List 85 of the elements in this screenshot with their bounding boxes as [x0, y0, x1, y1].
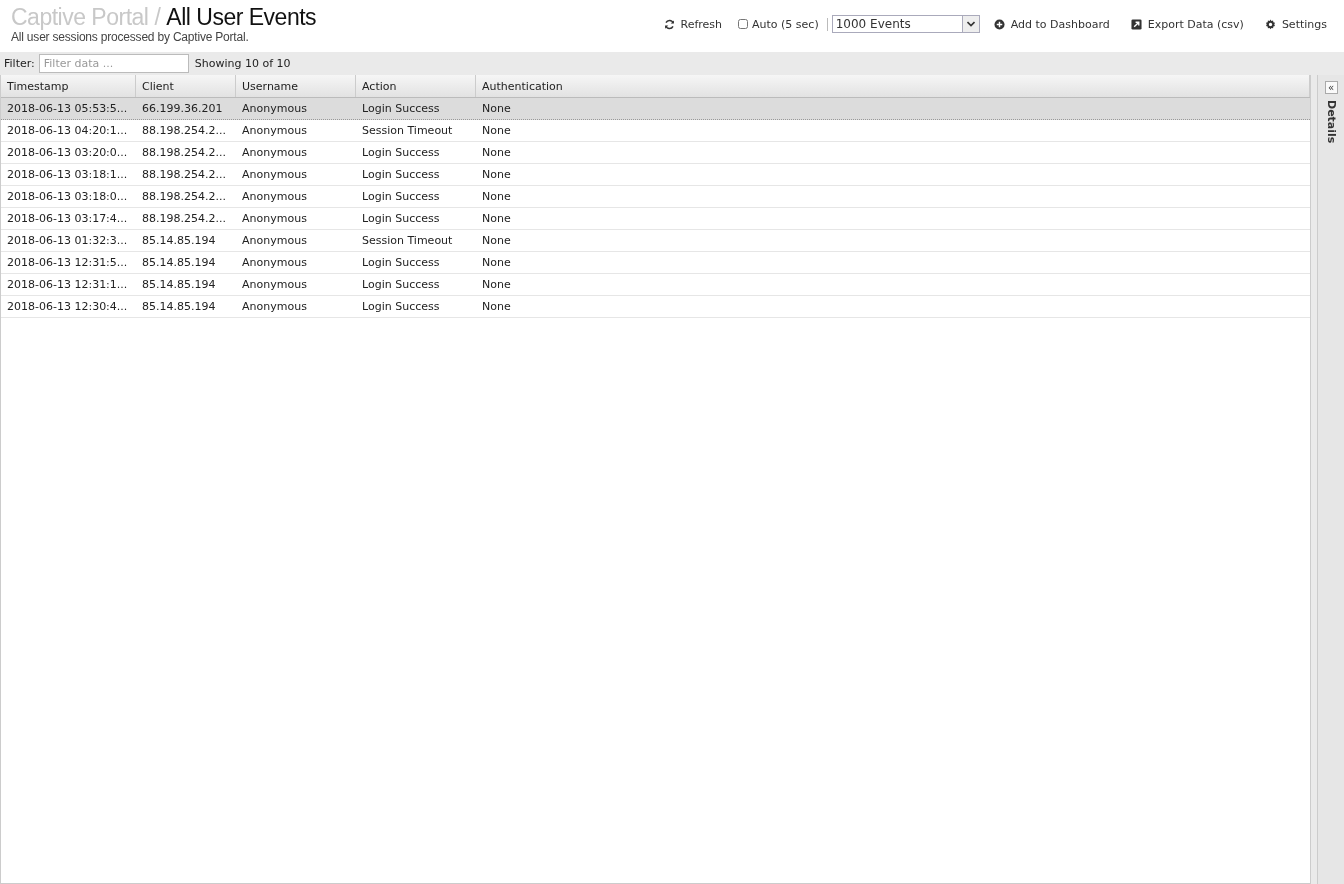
- table-cell-text: None: [481, 124, 512, 137]
- table-cell-text: None: [481, 278, 512, 291]
- table-cell-text: Login Success: [361, 300, 441, 313]
- toolbar-button[interactable]: Settings: [1257, 17, 1334, 31]
- table-cell-text: 66.199.36.201: [141, 102, 224, 115]
- table-row[interactable]: 2018-06-13 12:30:4... 85.14.85.194 Anonymous Login Success None: [1, 296, 1310, 318]
- table-row[interactable]: 2018-06-13 04:20:1... 88.198.254.2... Anonymous Session Timeout None: [1, 120, 1310, 142]
- table-cell-text: 85.14.85.194: [141, 278, 217, 291]
- table-row[interactable]: 2018-06-13 03:20:0... 88.198.254.2... Anonymous Login Success None: [1, 142, 1310, 164]
- table-cell-text: 2018-06-13 03:17:4...: [6, 212, 129, 225]
- settings-icon: [1264, 18, 1276, 30]
- refresh-icon: [663, 18, 675, 30]
- table-row[interactable]: 2018-06-13 12:31:1... 85.14.85.194 Anonymous Login Success None: [1, 274, 1310, 296]
- table-cell-text: None: [481, 146, 512, 159]
- events-dropdown[interactable]: 1000 Events: [831, 15, 980, 33]
- filter-label: Filter:: [4, 57, 35, 70]
- table-cell-text: None: [481, 212, 512, 225]
- column-header[interactable]: Action: [356, 75, 476, 97]
- table-cell-text: 2018-06-13 03:18:0...: [6, 190, 129, 203]
- table-cell-text: Anonymous: [241, 168, 308, 181]
- table-row[interactable]: 2018-06-13 12:31:5... 85.14.85.194 Anonymous Login Success None: [1, 252, 1310, 274]
- table-cell-text: Anonymous: [241, 234, 308, 247]
- filter-field[interactable]: Filter data ...: [38, 54, 189, 73]
- details-label[interactable]: Details: [1324, 100, 1338, 144]
- table-cell-text: None: [481, 234, 512, 247]
- row-count: Showing 10 of 10: [194, 57, 291, 70]
- table-cell-text: Anonymous: [241, 190, 308, 203]
- page-subtitle: All user sessions processed by Captive Portal.: [11, 30, 250, 44]
- table-row[interactable]: 2018-06-13 01:32:3... 85.14.85.194 Anonymous Session Timeout None: [1, 230, 1310, 252]
- breadcrumb-separator: /: [154, 4, 161, 30]
- table-cell-text: 88.198.254.2...: [141, 146, 227, 159]
- column-header[interactable]: Authentication: [476, 75, 1310, 97]
- table-cell-text: Anonymous: [241, 256, 308, 269]
- table-cell-text: 2018-06-13 03:20:0...: [6, 146, 129, 159]
- table-cell-text: 88.198.254.2...: [141, 168, 227, 181]
- export-icon: [1130, 18, 1142, 30]
- table-cell-text: 88.198.254.2...: [141, 124, 227, 137]
- table-row[interactable]: 2018-06-13 05:53:5... 66.199.36.201 Anonymous Login Success None: [1, 98, 1310, 120]
- table-row[interactable]: 2018-06-13 03:18:1... 88.198.254.2... Anonymous Login Success None: [1, 164, 1310, 186]
- table-cell-text: None: [481, 300, 512, 313]
- toolbar-button[interactable]: Add to Dashboard: [986, 17, 1117, 31]
- table-cell-text: 2018-06-13 05:53:5...: [6, 102, 129, 115]
- column-header[interactable]: Username: [236, 75, 356, 97]
- table-cell-text: Anonymous: [241, 146, 308, 159]
- table-cell-text: 2018-06-13 01:32:3...: [6, 234, 129, 247]
- table-cell-text: Login Success: [361, 256, 441, 269]
- checkbox-label[interactable]: Auto (5 sec): [752, 17, 819, 31]
- toolbar-button[interactable]: Export Data (csv): [1123, 17, 1251, 31]
- toolbar-button[interactable]: Refresh: [656, 17, 730, 31]
- table-cell-text: Login Success: [361, 102, 441, 115]
- collapse-button[interactable]: «: [1324, 81, 1338, 94]
- page-title: All User Events: [166, 4, 317, 30]
- table-cell-text: Anonymous: [241, 102, 308, 115]
- table-cell-text: Session Timeout: [361, 124, 454, 137]
- column-header[interactable]: Client: [136, 75, 236, 97]
- table-cell-text: Anonymous: [241, 278, 308, 291]
- table-cell-text: 2018-06-13 04:20:1...: [6, 124, 129, 137]
- table-cell-text: 88.198.254.2...: [141, 212, 227, 225]
- table-cell-text: 85.14.85.194: [141, 300, 217, 313]
- column-header[interactable]: Timestamp: [1, 75, 136, 97]
- table-cell-text: None: [481, 168, 512, 181]
- table-cell-text: 2018-06-13 03:18:1...: [6, 168, 129, 181]
- auto-refresh-checkbox[interactable]: [738, 19, 749, 29]
- table-cell-text: Login Success: [361, 278, 441, 291]
- table-cell-text: Login Success: [361, 168, 441, 181]
- table-cell-text: Anonymous: [241, 300, 308, 313]
- table-cell-text: 2018-06-13 12:30:4...: [6, 300, 129, 313]
- table-cell-text: None: [481, 256, 512, 269]
- table-cell-text: Login Success: [361, 212, 441, 225]
- table-cell-text: 2018-06-13 12:31:1...: [6, 278, 129, 291]
- table-cell-text: 85.14.85.194: [141, 256, 217, 269]
- table-cell-text: Login Success: [361, 190, 441, 203]
- table-cell-text: None: [481, 190, 512, 203]
- table-cell-text: None: [481, 102, 512, 115]
- table-cell-text: 85.14.85.194: [141, 234, 217, 247]
- caret-icon: [966, 21, 975, 27]
- plus-circle-icon: [993, 18, 1005, 30]
- table-cell-text: Session Timeout: [361, 234, 454, 247]
- table-cell-text: Login Success: [361, 146, 441, 159]
- table-cell-text: 2018-06-13 12:31:5...: [6, 256, 129, 269]
- table-cell-text: 88.198.254.2...: [141, 190, 227, 203]
- table-row[interactable]: 2018-06-13 03:18:0... 88.198.254.2... Anonymous Login Success None: [1, 186, 1310, 208]
- table-cell-text: Anonymous: [241, 212, 308, 225]
- table-row[interactable]: 2018-06-13 03:17:4... 88.198.254.2... Anonymous Login Success None: [1, 208, 1310, 230]
- table-cell-text: Anonymous: [241, 124, 308, 137]
